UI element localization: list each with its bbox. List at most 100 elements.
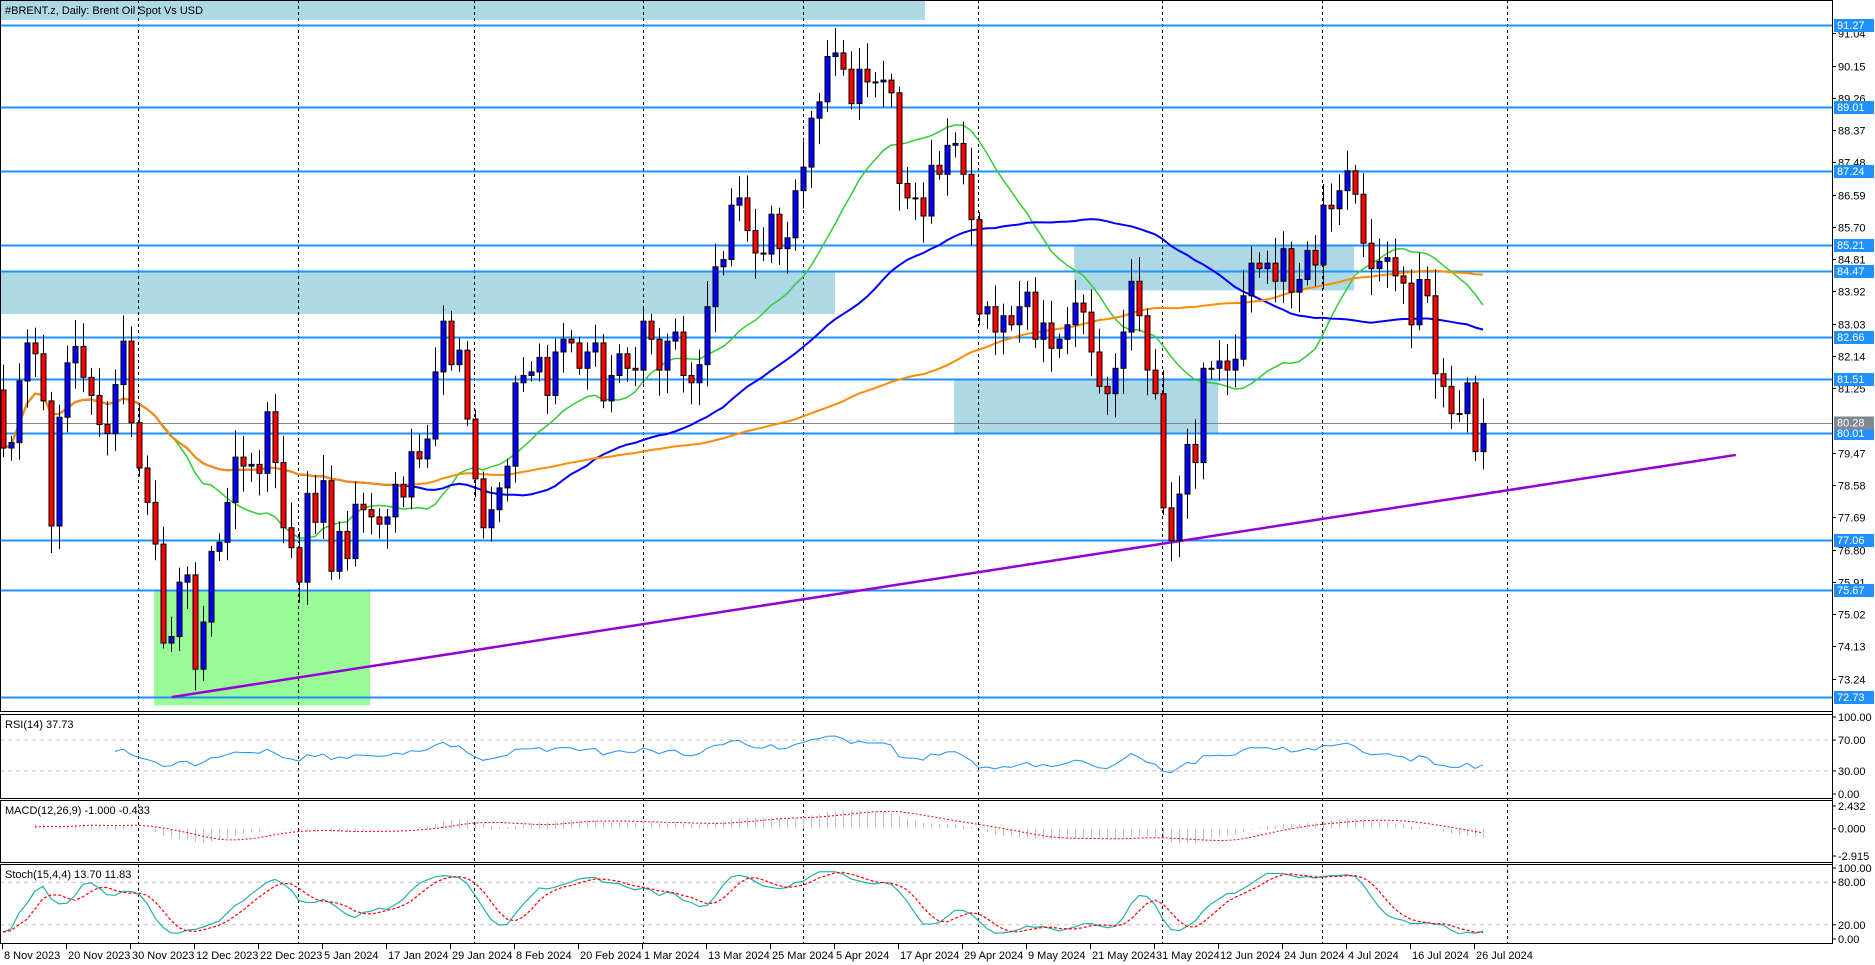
candle[interactable] [840,39,847,76]
candle[interactable] [560,322,567,373]
candle[interactable] [848,51,855,110]
candle[interactable] [888,73,895,107]
candle[interactable] [1216,340,1223,381]
candle[interactable] [1024,280,1031,330]
candle[interactable] [576,336,583,375]
candle[interactable] [800,141,807,209]
candle[interactable] [680,316,687,393]
candle[interactable] [736,176,743,222]
candle[interactable] [360,492,367,533]
candle[interactable] [624,347,631,382]
candle[interactable] [1184,428,1191,519]
candle[interactable] [608,355,615,413]
candle[interactable] [984,301,991,329]
candle[interactable] [600,334,607,409]
candle[interactable] [864,43,871,98]
candle[interactable] [352,481,359,567]
candle[interactable] [16,363,23,460]
candle[interactable] [1208,361,1215,380]
candle[interactable] [472,409,479,498]
candle[interactable] [568,330,575,353]
candle[interactable] [1200,362,1207,480]
candle[interactable] [272,393,279,489]
candle[interactable] [104,401,111,456]
candle[interactable] [120,315,127,405]
candle[interactable] [280,435,287,544]
candle[interactable] [520,357,527,392]
candle[interactable] [896,86,903,211]
candle[interactable] [88,368,95,415]
candle[interactable] [744,175,751,242]
candle[interactable] [456,337,463,373]
candle[interactable] [1480,398,1487,470]
candle[interactable] [1408,269,1415,349]
candle[interactable] [64,345,71,433]
candle[interactable] [672,318,679,350]
candle[interactable] [1032,277,1039,348]
candle[interactable] [1008,305,1015,331]
candle[interactable] [976,211,983,326]
candle[interactable] [256,449,263,496]
candle[interactable] [128,326,135,438]
candle[interactable] [416,434,423,469]
candle[interactable] [776,207,783,265]
candle[interactable] [1080,294,1087,335]
candle[interactable] [1288,241,1295,309]
candle[interactable] [928,139,935,224]
candle[interactable] [1280,231,1287,303]
candle[interactable] [1152,348,1159,400]
candle[interactable] [440,305,447,395]
candle[interactable] [448,310,455,371]
candle[interactable] [936,151,943,180]
candle[interactable] [792,179,799,251]
candle[interactable] [1440,358,1447,408]
candle[interactable] [688,362,695,405]
candle[interactable] [960,121,967,185]
candle[interactable] [1088,289,1095,377]
candle[interactable] [160,526,167,649]
candle[interactable] [1384,241,1391,288]
candle[interactable] [424,424,431,469]
candle[interactable] [912,182,919,220]
candle[interactable] [1456,390,1463,423]
candle[interactable] [1336,174,1343,226]
candle[interactable] [1344,150,1351,210]
candle[interactable] [880,60,887,108]
candle[interactable] [24,329,31,408]
candle[interactable] [336,521,343,580]
candle[interactable] [288,502,295,558]
candle[interactable] [816,92,823,145]
candle[interactable] [512,375,519,483]
candle[interactable] [408,428,415,510]
candle[interactable] [376,508,383,539]
candle[interactable] [496,482,503,523]
candle[interactable] [32,327,39,378]
candle[interactable] [1416,252,1423,331]
candle[interactable] [784,221,791,274]
candle[interactable] [136,403,143,477]
candle[interactable] [320,454,327,539]
candle[interactable] [544,344,551,414]
candle[interactable] [728,188,735,267]
candle[interactable] [1368,219,1375,296]
candle[interactable] [1016,280,1023,343]
candle[interactable] [1040,299,1047,363]
candle[interactable] [480,471,487,539]
candle[interactable] [536,343,543,382]
candle[interactable] [808,111,815,189]
candle[interactable] [592,324,599,367]
candle[interactable] [648,313,655,355]
candle[interactable] [952,132,959,158]
candle[interactable] [1328,183,1335,232]
candle[interactable] [72,319,79,389]
candle[interactable] [368,493,375,535]
candle[interactable] [1176,475,1183,558]
candle[interactable] [1064,306,1071,355]
candle[interactable] [856,48,863,120]
candle[interactable] [264,401,271,492]
candle[interactable] [384,508,391,549]
candle[interactable] [944,118,951,196]
candle[interactable] [48,391,55,554]
candle[interactable] [432,347,439,447]
candle[interactable] [664,333,671,394]
